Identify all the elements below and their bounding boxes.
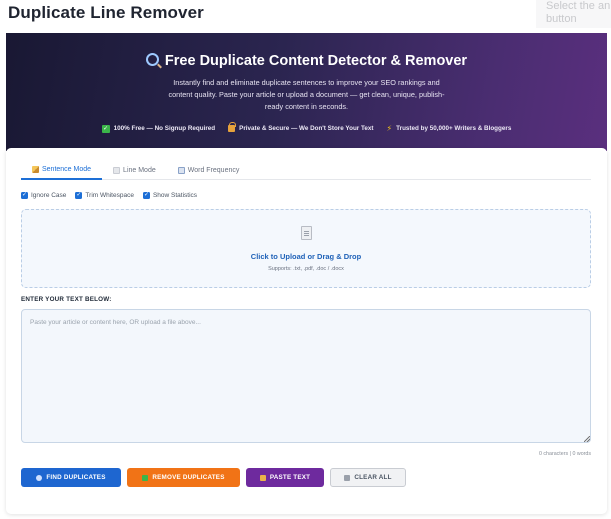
badge-free-label: 100% Free — No Signup Required	[113, 125, 216, 132]
find-duplicates-button[interactable]: FIND DUPLICATES	[21, 468, 121, 487]
page-title: Duplicate Line Remover	[8, 3, 204, 22]
remove-duplicates-button[interactable]: REMOVE DUPLICATES	[127, 468, 240, 487]
paste-text-label: PASTE TEXT	[269, 474, 311, 481]
option-ignore-case[interactable]: ✓ Ignore Case	[21, 192, 66, 199]
trash-icon	[344, 474, 351, 481]
clear-all-button[interactable]: CLEAR ALL	[330, 468, 406, 487]
hero-description: Instantly find and eliminate duplicate s…	[168, 78, 445, 111]
tool-card: Sentence Mode Line Mode Word Frequency ✓…	[6, 148, 607, 514]
ignore-case-label: Ignore Case	[31, 192, 67, 199]
pencil-icon	[32, 165, 39, 173]
badge-free: ✓ 100% Free — No Signup Required	[101, 124, 216, 133]
badge-private: Private & Secure — We Don't Store Your T…	[228, 122, 374, 133]
hero-badges: ✓ 100% Free — No Signup Required Private…	[6, 122, 607, 133]
faded-hint-text: Select the an button	[536, 0, 611, 28]
tab-word-frequency[interactable]: Word Frequency	[167, 160, 251, 180]
paste-text-button[interactable]: PASTE TEXT	[246, 468, 324, 487]
badge-private-label: Private & Secure — We Don't Store Your T…	[239, 125, 374, 132]
show-statistics-checkbox[interactable]: ✓	[142, 192, 150, 199]
option-show-statistics[interactable]: ✓ Show Statistics	[142, 192, 198, 199]
option-trim-whitespace[interactable]: ✓ Trim Whitespace	[75, 192, 134, 199]
tab-sentence-mode-label: Sentence Mode	[42, 165, 92, 173]
character-word-counter: 0 characters | 0 words	[538, 451, 591, 457]
upload-label: Click to Upload or Drag & Drop	[250, 252, 362, 261]
remove-duplicates-label: REMOVE DUPLICATES	[152, 474, 225, 481]
magnifier-icon	[145, 53, 159, 66]
badge-trusted: ⚡ Trusted by 50,000+ Writers & Bloggers	[387, 124, 512, 133]
ignore-case-checkbox[interactable]: ✓	[21, 192, 28, 199]
upload-supported-formats: Supports: .txt, .pdf, .doc / .docx	[268, 266, 344, 272]
hero-title-text: Free Duplicate Content Detector & Remove…	[164, 53, 468, 69]
tab-sentence-mode[interactable]: Sentence Mode	[21, 160, 103, 180]
text-input-area[interactable]	[21, 309, 591, 443]
lock-icon	[228, 122, 237, 132]
chart-icon	[177, 166, 185, 174]
action-buttons: FIND DUPLICATES REMOVE DUPLICATES PASTE …	[21, 468, 406, 487]
editor-label: ENTER YOUR TEXT BELOW:	[21, 296, 112, 303]
show-statistics-label: Show Statistics	[152, 192, 198, 199]
search-icon	[36, 474, 43, 481]
document-icon	[301, 226, 312, 240]
trim-whitespace-label: Trim Whitespace	[85, 192, 134, 199]
resize-grip-icon[interactable]	[584, 436, 590, 442]
hero-banner: Free Duplicate Content Detector & Remove…	[6, 33, 607, 151]
bolt-icon: ⚡	[386, 124, 393, 133]
check-icon: ✓	[101, 124, 110, 133]
check-icon	[142, 474, 149, 481]
list-icon	[113, 166, 121, 174]
badge-trusted-label: Trusted by 50,000+ Writers & Bloggers	[396, 125, 512, 132]
clear-all-label: CLEAR ALL	[354, 474, 392, 481]
trim-whitespace-checkbox[interactable]: ✓	[75, 192, 83, 199]
options-row: ✓ Ignore Case ✓ Trim Whitespace ✓ Show S…	[21, 192, 197, 199]
mode-tabs: Sentence Mode Line Mode Word Frequency	[21, 160, 591, 180]
tab-word-frequency-label: Word Frequency	[187, 166, 240, 174]
tab-line-mode[interactable]: Line Mode	[102, 160, 167, 180]
find-duplicates-label: FIND DUPLICATES	[46, 474, 106, 481]
tab-line-mode-label: Line Mode	[123, 166, 156, 174]
upload-dropzone[interactable]: Click to Upload or Drag & Drop Supports:…	[21, 209, 591, 288]
clipboard-icon	[259, 474, 266, 481]
hero-title: Free Duplicate Content Detector & Remove…	[6, 52, 607, 69]
